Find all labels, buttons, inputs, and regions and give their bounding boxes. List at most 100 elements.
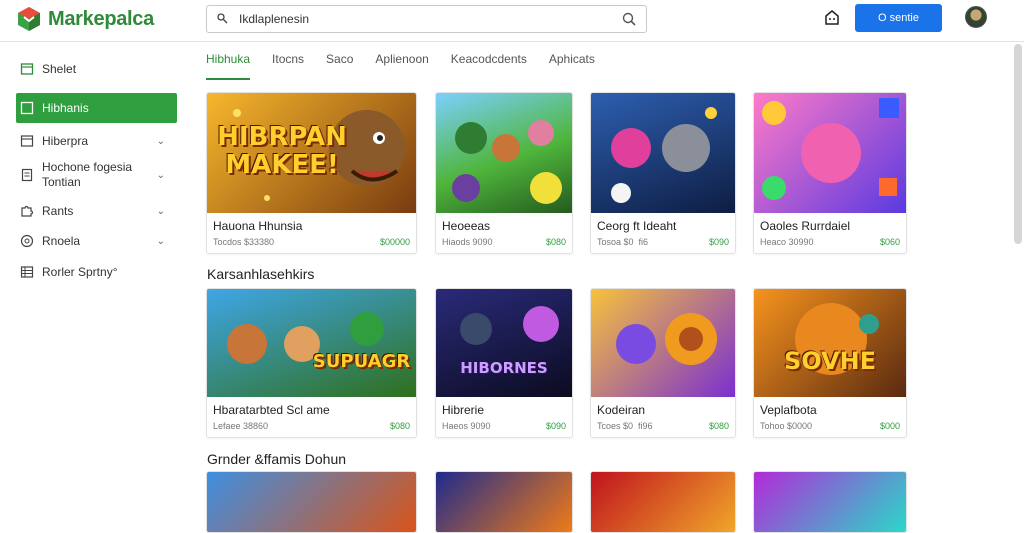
card-thumbnail — [591, 289, 735, 397]
tab-hibhuka[interactable]: Hibhuka — [206, 52, 251, 80]
card-title: Hauona Hhunsia — [213, 219, 303, 233]
card-meta: Tcoes $0 fi96 — [597, 421, 653, 431]
sidebar-item-rnoela[interactable]: Rnoela ⌄ — [16, 232, 177, 250]
card-title: Veplafbota — [760, 403, 817, 417]
card-price: $00000 — [379, 237, 410, 247]
puzzle-icon — [21, 205, 34, 217]
card-thumbnail: HIBRPAN MAKEE! — [207, 93, 416, 213]
product-card[interactable]: SUPUAGR Hbaratarbted Scl ame Lefaee 3886… — [206, 288, 417, 438]
product-card[interactable] — [435, 471, 573, 533]
cart-icon[interactable] — [822, 8, 842, 28]
sidebar-item-label: Hochone fogesia — [42, 160, 133, 174]
thumbnail-art — [452, 120, 562, 204]
card-thumbnail — [754, 472, 906, 532]
avatar[interactable] — [965, 6, 987, 28]
card-price: $060 — [879, 237, 900, 247]
tab-aplienoon[interactable]: Aplienoon — [375, 52, 428, 80]
card-price: $090 — [708, 237, 729, 247]
document-icon — [21, 168, 33, 182]
category-icon — [20, 135, 34, 147]
card-thumbnail — [207, 472, 416, 532]
product-card[interactable]: Heoeeas Hiaods 9090 $080 — [435, 92, 573, 254]
card-meta: Haeos 9090 — [442, 421, 491, 431]
card-title: Hibrerie — [442, 403, 485, 417]
card-meta: Tosoa $0 fi6 — [597, 237, 649, 247]
card-thumbnail — [591, 93, 735, 213]
thumbnail-art — [227, 312, 384, 364]
chevron-down-icon[interactable]: ⌄ — [157, 206, 165, 217]
store-icon — [20, 63, 34, 75]
sidebar-item-sublabel: Tontian — [42, 175, 81, 189]
card-art-text: HIBRPAN MAKEE! — [217, 122, 347, 180]
sidebar-item-rants[interactable]: Rants ⌄ — [16, 202, 177, 220]
card-title: Ceorg ft Ideaht — [597, 219, 677, 233]
card-art-text: HIBORNES — [460, 359, 548, 377]
card-price: $080 — [389, 421, 410, 431]
sidebar-item-label: Rants — [42, 204, 74, 218]
tab-saco[interactable]: Saco — [326, 52, 353, 80]
product-card[interactable]: SOVHE Veplafbota Tohoo $0000 $000 — [753, 288, 907, 438]
sidebar-item-hibhanis[interactable]: Hibhanis — [16, 93, 177, 123]
sidebar-item-label: Rnoela — [42, 234, 81, 248]
card-price: $000 — [879, 421, 900, 431]
card-meta: Hiaods 9090 — [442, 237, 493, 247]
card-art-text: SUPUAGR — [312, 351, 411, 372]
product-card[interactable]: HIBRPAN MAKEE! Hauona Hhunsia Tocdos $33… — [206, 92, 417, 254]
sidebar-item-rorler[interactable]: Rorler Sprtny° — [16, 263, 177, 281]
product-card[interactable] — [753, 471, 907, 533]
card-thumbnail — [436, 93, 572, 213]
card-price: $080 — [708, 421, 729, 431]
sidebar-item-label: Rorler Sprtny° — [42, 265, 118, 279]
sidebar-item-two-line-label: Hochone fogesia Tontian — [42, 160, 132, 190]
search-bar[interactable] — [206, 5, 647, 33]
thumbnail-art — [460, 306, 559, 345]
filter-icon — [217, 13, 228, 24]
logo-icon — [18, 7, 40, 31]
scrollbar[interactable] — [1014, 44, 1022, 244]
sidebar-item-label: Hibhanis — [42, 101, 89, 115]
card-meta: Lefaee 38860 — [213, 421, 269, 431]
product-card[interactable]: Ceorg ft Ideaht Tosoa $0 fi6 $090 — [590, 92, 736, 254]
card-thumbnail — [754, 93, 906, 213]
card-art-text: SOVHE — [783, 347, 877, 375]
chevron-down-icon[interactable]: ⌄ — [157, 136, 165, 147]
product-card[interactable]: HIBORNES Hibrerie Haeos 9090 $090 — [435, 288, 573, 438]
tab-itocns[interactable]: Itocns — [272, 52, 304, 80]
category-tabs: Hibhuka Itocns Saco Aplienoon Keacodcden… — [206, 52, 617, 80]
card-title: Oaoles Rurrdaiel — [760, 219, 851, 233]
table-icon — [20, 266, 34, 278]
logo[interactable]: Markepalca — [16, 6, 154, 32]
thumbnail-art — [611, 107, 717, 203]
product-card[interactable]: Kodeiran Tcoes $0 fi96 $080 — [590, 288, 736, 438]
product-card[interactable] — [206, 471, 417, 533]
product-card[interactable] — [590, 471, 736, 533]
tab-aphicats[interactable]: Aphicats — [549, 52, 595, 80]
card-title: Hbaratarbted Scl ame — [213, 403, 330, 417]
sidebar-item-hiberpra[interactable]: Hiberpra ⌄ — [16, 132, 177, 150]
top-header: Markepalca O sentie — [0, 0, 1024, 42]
thumbnail-art — [762, 98, 899, 200]
card-thumbnail: HIBORNES — [436, 289, 572, 397]
sidebar-item-shelet[interactable]: Shelet — [16, 60, 177, 78]
tab-keacodcdents[interactable]: Keacodcdents — [451, 52, 527, 80]
card-meta: Tohoo $0000 — [760, 421, 813, 431]
sidebar-item-label: Hiberpra — [42, 134, 89, 148]
card-thumbnail — [591, 472, 735, 532]
chevron-down-icon[interactable]: ⌄ — [157, 170, 165, 181]
search-input[interactable] — [239, 12, 622, 26]
grid-icon — [20, 101, 34, 115]
search-icon[interactable] — [622, 12, 636, 26]
card-price: $080 — [545, 237, 566, 247]
product-card[interactable]: Oaoles Rurrdaiel Heaco 30990 $060 — [753, 92, 907, 254]
sign-in-label: O sentie — [878, 12, 919, 24]
sidebar-item-hochone[interactable]: Hochone fogesia Tontian ⌄ — [16, 159, 177, 191]
section-title: Grnder &ffamis Dohun — [207, 451, 347, 467]
card-thumbnail: SOVHE — [754, 289, 906, 397]
sign-in-button[interactable]: O sentie — [855, 4, 942, 32]
card-thumbnail — [436, 472, 572, 532]
chevron-down-icon[interactable]: ⌄ — [157, 236, 165, 247]
sidebar: Shelet Hibhanis Hiberpra ⌄ Hochone foges… — [0, 43, 190, 512]
thumbnail-art — [616, 313, 717, 365]
card-meta: Heaco 30990 — [760, 237, 814, 247]
thumbnail-art — [795, 303, 879, 375]
